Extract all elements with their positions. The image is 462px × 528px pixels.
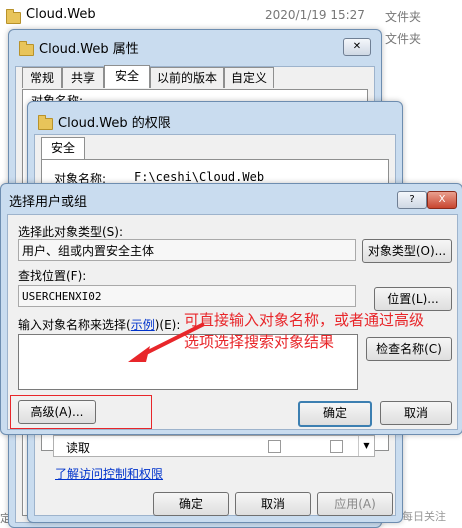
tab-permissions-security[interactable]: 安全 xyxy=(41,137,85,160)
deny-checkbox[interactable] xyxy=(330,440,343,453)
permission-row-label: 读取 xyxy=(66,441,91,455)
cancel-button[interactable]: 取消 xyxy=(380,401,452,425)
access-control-link[interactable]: 了解访问控制和权限 xyxy=(55,465,163,482)
annotation-arrow xyxy=(128,322,205,362)
close-icon[interactable]: ✕ xyxy=(343,38,371,56)
properties-window-title: Cloud.Web 属性 xyxy=(39,42,139,57)
allow-checkbox[interactable] xyxy=(268,440,281,453)
explorer-date: 2020/1/19 15:27 xyxy=(265,8,365,22)
folder-icon xyxy=(38,114,53,130)
explorer-folder-name: Cloud.Web xyxy=(26,7,96,22)
permissions-cancel-button[interactable]: 取消 xyxy=(235,492,311,516)
check-names-button[interactable]: 检查名称(C) xyxy=(366,337,452,361)
tab-sharing[interactable]: 共享 xyxy=(62,67,104,88)
location-field: USERCHENXI02 xyxy=(18,285,356,307)
tab-previous-versions[interactable]: 以前的版本 xyxy=(150,67,224,88)
watermark-text: 每日关注 xyxy=(402,510,446,523)
permissions-apply-button[interactable]: 应用(A) xyxy=(317,492,393,516)
object-type-label: 选择此对象类型(S): xyxy=(18,225,124,239)
arrow-head xyxy=(128,346,150,362)
locations-button[interactable]: 位置(L)... xyxy=(374,287,452,311)
object-type-field: 用户、组或内置安全主体 xyxy=(18,239,356,261)
advanced-button[interactable]: 高级(A)... xyxy=(18,400,96,424)
tab-customize[interactable]: 自定义 xyxy=(224,67,274,88)
permissions-object-name-value: F:\ceshi\Cloud.Web xyxy=(134,170,265,184)
scroll-down-icon[interactable]: ▼ xyxy=(358,436,374,456)
location-label: 查找位置(F): xyxy=(18,269,87,283)
tab-security[interactable]: 安全 xyxy=(104,65,150,88)
annotation-line-1: 可直接输入对象名称，或者通过高级 xyxy=(184,311,425,329)
object-types-button[interactable]: 对象类型(O)... xyxy=(362,239,452,263)
tab-general[interactable]: 常规 xyxy=(22,67,62,88)
explorer-file-row[interactable]: Cloud.Web 2020/1/19 15:27 文件夹 xyxy=(0,0,462,30)
ok-button[interactable]: 确定 xyxy=(298,401,372,427)
explorer-type-2: 文件夹 xyxy=(385,32,422,46)
folder-icon xyxy=(6,8,21,24)
folder-icon xyxy=(19,40,34,56)
select-dialog-title: 选择用户或组 xyxy=(9,195,88,210)
arrow-shaft xyxy=(139,322,205,358)
close-icon[interactable]: X xyxy=(427,191,457,209)
permissions-ok-button[interactable]: 确定 xyxy=(153,492,229,516)
help-icon[interactable]: ? xyxy=(397,191,427,209)
enter-label-text: 输入对象名称来选择( xyxy=(18,318,131,332)
explorer-type: 文件夹 xyxy=(385,10,422,24)
permission-row: 读取 ▼ xyxy=(53,435,375,457)
permissions-window-title: Cloud.Web 的权限 xyxy=(58,116,171,131)
